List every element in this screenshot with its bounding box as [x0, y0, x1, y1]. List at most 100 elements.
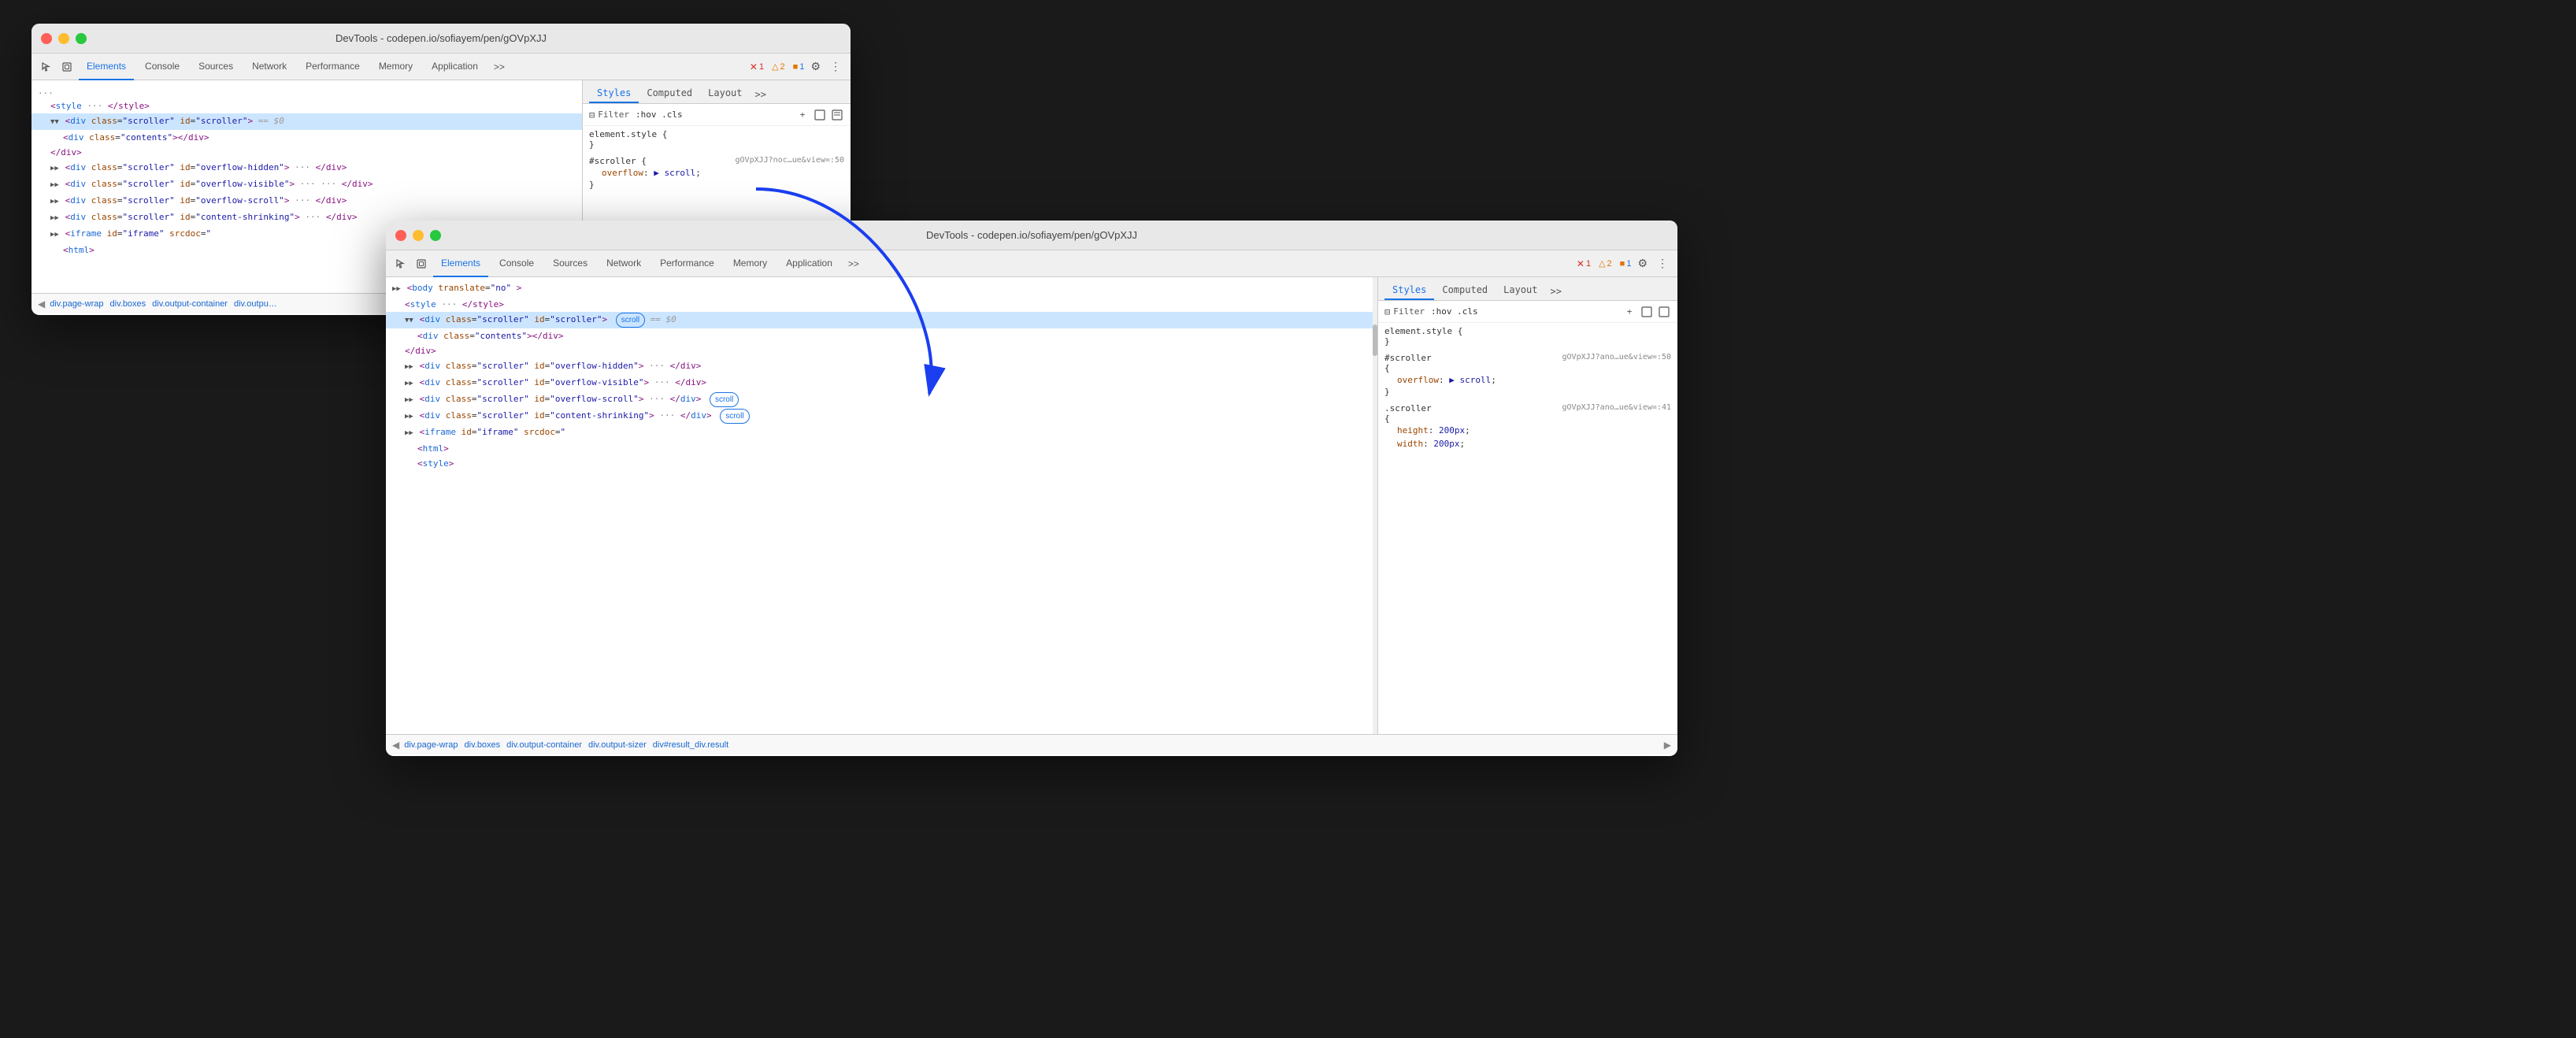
- styles-more-tabs-1[interactable]: >>: [751, 86, 771, 103]
- more-options-icon-2[interactable]: ⋮: [1654, 255, 1671, 272]
- tab-elements-2[interactable]: Elements: [433, 250, 488, 277]
- element-row-html-2[interactable]: <html>: [386, 441, 1377, 456]
- element-row-style2-2[interactable]: <style>: [386, 456, 1377, 471]
- element-row-scroller-2[interactable]: ▼ <div class="scroller" id="scroller"> s…: [386, 312, 1377, 328]
- settings-icon-1[interactable]: ⚙: [807, 58, 824, 75]
- error-badge-1: ✕ 1: [750, 61, 764, 72]
- breadcrumb-item-1-1[interactable]: div.page-wrap: [50, 299, 103, 309]
- cursor-icon[interactable]: [38, 58, 55, 76]
- style-selector-scroller-class-2: .scroller gOVpXJJ?ano…ue&view=:41: [1384, 403, 1671, 413]
- element-row-contents[interactable]: <div class="contents"></div>: [32, 130, 582, 145]
- filter-input-2[interactable]: [1431, 306, 1619, 317]
- settings-icon-2[interactable]: ⚙: [1634, 255, 1651, 272]
- window-title-1: DevTools - codepen.io/sofiayem/pen/gOVpX…: [335, 32, 547, 44]
- element-row-body-2[interactable]: ▶ <body translate="no" >: [386, 280, 1377, 297]
- tab-sources-2[interactable]: Sources: [545, 250, 595, 277]
- element-row-overflow-hidden[interactable]: ▶ <div class="scroller" id="overflow-hid…: [32, 160, 582, 176]
- styles-tab-styles-2[interactable]: Styles: [1384, 281, 1434, 300]
- devtools-window-2: DevTools - codepen.io/sofiayem/pen/gOVpX…: [386, 221, 1677, 756]
- elements-content-2[interactable]: ▶ <body translate="no" > <style ··· </st…: [386, 277, 1377, 734]
- hov-toggle-1[interactable]: +: [795, 108, 810, 122]
- tab-console-2[interactable]: Console: [491, 250, 542, 277]
- box-model-icon-2[interactable]: [413, 255, 430, 272]
- close-button-2[interactable]: [395, 230, 406, 241]
- breadcrumb-item-2-4[interactable]: div.output-sizer: [588, 740, 647, 750]
- element-row-closediv1[interactable]: </div>: [32, 145, 582, 160]
- tab-memory-2[interactable]: Memory: [725, 250, 775, 277]
- breadcrumb-arrow-left-1[interactable]: ◀: [38, 298, 45, 310]
- element-row-overflow-hidden-2[interactable]: ▶ <div class="scroller" id="overflow-hid…: [386, 358, 1377, 375]
- element-row-ellipsis[interactable]: ...: [32, 83, 582, 98]
- breadcrumb-item-2-1[interactable]: div.page-wrap: [404, 740, 458, 750]
- titlebar-2: DevTools - codepen.io/sofiayem/pen/gOVpX…: [386, 221, 1677, 250]
- element-row-style[interactable]: <style ··· </style>: [32, 98, 582, 113]
- breadcrumb-item-1-2[interactable]: div.boxes: [110, 299, 146, 309]
- styles-more-tabs-2[interactable]: >>: [1546, 283, 1566, 300]
- tab-application-1[interactable]: Application: [424, 54, 486, 80]
- scroll-badge-content-shrinking-2: scroll: [720, 409, 749, 424]
- tab-performance-2[interactable]: Performance: [652, 250, 722, 277]
- style-prop-height-2: height: 200px;: [1384, 424, 1671, 437]
- cls-toggle-1[interactable]: [813, 108, 827, 122]
- maximize-button-1[interactable]: [76, 33, 87, 44]
- minimize-button-1[interactable]: [58, 33, 69, 44]
- style-selector-scroller-2: #scroller gOVpXJJ?ano…ue&view=:50: [1384, 353, 1671, 363]
- style-rule-element-2: element.style { }: [1384, 326, 1671, 347]
- maximize-button-2[interactable]: [430, 230, 441, 241]
- tab-application-2[interactable]: Application: [778, 250, 840, 277]
- tab-elements-1[interactable]: Elements: [79, 54, 134, 80]
- indent-toggle-1[interactable]: [830, 108, 844, 122]
- tab-memory-1[interactable]: Memory: [371, 54, 421, 80]
- element-row-iframe-2[interactable]: ▶ <iframe id="iframe" srcdoc=": [386, 424, 1377, 441]
- element-row-contents-2[interactable]: <div class="contents"></div>: [386, 328, 1377, 343]
- scrollbar-track-2[interactable]: [1373, 277, 1377, 734]
- element-row-style-2[interactable]: <style ··· </style>: [386, 297, 1377, 312]
- cursor-icon-2[interactable]: [392, 255, 410, 272]
- element-row-overflow-scroll[interactable]: ▶ <div class="scroller" id="overflow-scr…: [32, 193, 582, 209]
- style-rule-element-1: element.style { }: [589, 129, 844, 150]
- element-row-overflow-scroll-2[interactable]: ▶ <div class="scroller" id="overflow-scr…: [386, 391, 1377, 408]
- tab-performance-1[interactable]: Performance: [298, 54, 368, 80]
- close-button-1[interactable]: [41, 33, 52, 44]
- breadcrumb-item-1-3[interactable]: div.output-container: [152, 299, 228, 309]
- cls-toggle-2[interactable]: [1640, 305, 1654, 319]
- element-row-overflow-visible[interactable]: ▶ <div class="scroller" id="overflow-vis…: [32, 176, 582, 193]
- filter-input-1[interactable]: [636, 109, 792, 120]
- breadcrumb-item-1-4[interactable]: div.outpu…: [234, 299, 277, 309]
- breadcrumb-item-2-5[interactable]: div#result_div.result: [653, 740, 728, 750]
- style-rule-scroller-2: #scroller gOVpXJJ?ano…ue&view=:50 { over…: [1384, 353, 1671, 397]
- element-row-overflow-visible-2[interactable]: ▶ <div class="scroller" id="overflow-vis…: [386, 375, 1377, 391]
- element-row-content-shrinking-2[interactable]: ▶ <div class="scroller" id="content-shri…: [386, 408, 1377, 424]
- styles-content-2[interactable]: element.style { } #scroller gOVpXJJ?ano……: [1378, 323, 1677, 734]
- style-open-scroller-2: {: [1384, 363, 1671, 373]
- minimize-button-2[interactable]: [413, 230, 424, 241]
- devtools-body-2: ▶ <body translate="no" > <style ··· </st…: [386, 277, 1677, 734]
- scrollbar-thumb-2[interactable]: [1373, 324, 1377, 356]
- style-prop-overflow-1: overflow: ▶ scroll;: [589, 166, 844, 180]
- breadcrumb-arrow-left-2[interactable]: ◀: [392, 740, 399, 751]
- styles-tab-layout-1[interactable]: Layout: [700, 84, 750, 103]
- styles-filter-bar-2: ⊟ Filter +: [1378, 301, 1677, 323]
- tab-sources-1[interactable]: Sources: [191, 54, 241, 80]
- window-controls-2: [395, 230, 441, 241]
- box-model-icon[interactable]: [58, 58, 76, 76]
- styles-tab-computed-1[interactable]: Computed: [639, 84, 700, 103]
- styles-tab-computed-2[interactable]: Computed: [1434, 281, 1496, 300]
- element-row-scroller[interactable]: ▼ <div class="scroller" id="scroller"> =…: [32, 113, 582, 130]
- indent-toggle-2[interactable]: [1657, 305, 1671, 319]
- style-rule-scroller-class-2: .scroller gOVpXJJ?ano…ue&view=:41 { heig…: [1384, 403, 1671, 450]
- tab-console-1[interactable]: Console: [137, 54, 187, 80]
- titlebar-1: DevTools - codepen.io/sofiayem/pen/gOVpX…: [32, 24, 851, 54]
- styles-tab-styles-1[interactable]: Styles: [589, 84, 639, 103]
- tab-network-1[interactable]: Network: [244, 54, 295, 80]
- breadcrumb-item-2-3[interactable]: div.output-container: [506, 740, 582, 750]
- breadcrumb-item-2-2[interactable]: div.boxes: [465, 740, 501, 750]
- styles-tab-layout-2[interactable]: Layout: [1496, 281, 1545, 300]
- tab-network-2[interactable]: Network: [599, 250, 649, 277]
- breadcrumb-arrow-right-2[interactable]: ▶: [1664, 740, 1671, 751]
- more-options-icon-1[interactable]: ⋮: [827, 58, 844, 75]
- more-tabs-2[interactable]: >>: [843, 257, 864, 271]
- element-row-closediv2[interactable]: </div>: [386, 343, 1377, 358]
- hov-toggle-2[interactable]: +: [1622, 305, 1636, 319]
- more-tabs-1[interactable]: >>: [489, 60, 510, 74]
